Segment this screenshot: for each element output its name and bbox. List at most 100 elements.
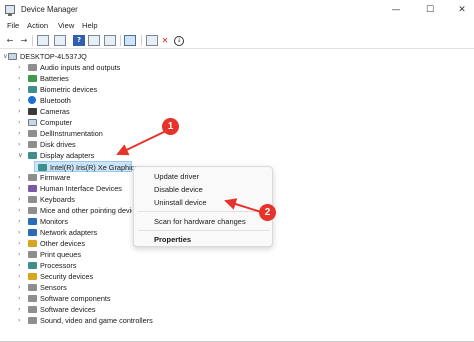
properties-icon[interactable] — [37, 35, 49, 46]
tree-item-software-devices[interactable]: › Software devices — [18, 304, 218, 315]
tree-item-audio[interactable]: › Audio inputs and outputs — [18, 62, 218, 73]
monitor-icon[interactable] — [124, 35, 136, 46]
bluetooth-icon — [28, 96, 36, 104]
computer-icon — [8, 53, 17, 60]
battery-icon — [28, 75, 37, 82]
tree-item-network-adapters[interactable]: › Network adapters — [18, 227, 132, 238]
chevron-right-icon[interactable]: › — [18, 117, 24, 128]
tree-item-label: Bluetooth — [40, 96, 71, 105]
chevron-right-icon[interactable]: › — [18, 249, 24, 260]
chevron-right-icon[interactable]: › — [18, 106, 24, 117]
tree-item-bluetooth[interactable]: › Bluetooth — [18, 95, 218, 106]
menu-file[interactable]: File — [7, 21, 19, 30]
tree-item-label: Computer — [40, 118, 73, 127]
chevron-right-icon[interactable]: › — [18, 84, 24, 95]
tree-item-batteries[interactable]: › Batteries — [18, 73, 218, 84]
unknown-device-icon — [28, 240, 37, 247]
tree-item-biometric[interactable]: › Biometric devices — [18, 84, 218, 95]
forward-arrow-icon[interactable]: → — [18, 35, 30, 46]
chevron-right-icon[interactable]: › — [18, 260, 24, 271]
speaker-icon — [28, 317, 37, 324]
monitor-icon — [28, 218, 37, 225]
menu-help[interactable]: Help — [82, 21, 98, 30]
tree-item-processors[interactable]: › Processors — [18, 260, 218, 271]
tree-item-mice[interactable]: › Mice and other pointing devices — [18, 205, 132, 216]
tree-item-cameras[interactable]: › Cameras — [18, 106, 218, 117]
menu-item-uninstall-device[interactable]: Uninstall device — [154, 198, 207, 207]
tree-item-label: Other devices — [40, 239, 86, 248]
software-component-icon — [28, 295, 37, 302]
chevron-right-icon[interactable]: › — [18, 238, 24, 249]
chevron-right-icon[interactable]: › — [18, 271, 24, 282]
menu-item-update-driver[interactable]: Update driver — [154, 172, 199, 181]
system-device-icon — [28, 130, 37, 137]
chevron-right-icon[interactable]: › — [18, 282, 24, 293]
device-manager-window: Device Manager — ☐ ✕ File Action View He… — [0, 0, 474, 342]
chevron-right-icon[interactable]: › — [18, 172, 24, 183]
tree-item-display-adapters[interactable]: ∨ Display adapters — [18, 150, 218, 161]
chevron-right-icon[interactable]: › — [18, 205, 24, 216]
show-hide-icon[interactable] — [54, 35, 66, 46]
close-button[interactable]: ✕ — [451, 2, 473, 18]
chevron-right-icon[interactable]: › — [18, 194, 24, 205]
chevron-right-icon[interactable]: › — [18, 139, 24, 150]
chevron-right-icon[interactable]: › — [18, 315, 24, 326]
tree-item-label: Software devices — [40, 305, 96, 314]
chevron-right-icon[interactable]: › — [18, 304, 24, 315]
menu-item-scan-hardware[interactable]: Scan for hardware changes — [154, 217, 246, 226]
download-icon[interactable]: ↓ — [174, 36, 184, 46]
menu-divider — [138, 230, 270, 231]
tree-root[interactable]: ∨ DESKTOP-4L537JQ — [3, 51, 204, 62]
scan-icon[interactable] — [104, 35, 116, 46]
tree-item-sensors[interactable]: › Sensors — [18, 282, 218, 293]
back-arrow-icon[interactable]: ← — [4, 35, 16, 46]
menu-item-properties[interactable]: Properties — [154, 235, 191, 244]
tree-item-security-devices[interactable]: › Security devices — [18, 271, 218, 282]
chevron-right-icon[interactable]: › — [18, 62, 24, 73]
menu-action[interactable]: Action — [27, 21, 48, 30]
tree-item-label: Cameras — [40, 107, 70, 116]
driver-icon[interactable] — [88, 35, 100, 46]
tree-item-sound-video[interactable]: › Sound, video and game controllers — [18, 315, 218, 326]
tree-item-label: Security devices — [40, 272, 94, 281]
help-icon[interactable]: ? — [73, 35, 85, 46]
device-manager-app-icon — [5, 5, 15, 16]
toolbar-divider — [32, 35, 33, 46]
chevron-right-icon[interactable]: › — [18, 183, 24, 194]
delete-icon[interactable]: ✕ — [159, 35, 171, 46]
chevron-right-icon[interactable]: › — [18, 216, 24, 227]
tree-item-print-queues[interactable]: › Print queues — [18, 249, 218, 260]
tree-item-label: Batteries — [40, 74, 69, 83]
fingerprint-icon — [28, 86, 37, 93]
tree-item-disk-drives[interactable]: › Disk drives — [18, 139, 218, 150]
firmware-icon — [28, 174, 37, 181]
tree-item-computer[interactable]: › Computer — [18, 117, 218, 128]
chevron-right-icon[interactable]: › — [18, 73, 24, 84]
speaker-icon — [28, 64, 37, 71]
chevron-right-icon[interactable]: › — [18, 128, 24, 139]
software-device-icon — [28, 306, 37, 313]
menu-view[interactable]: View — [58, 21, 74, 30]
add-device-icon[interactable] — [146, 35, 158, 46]
tree-item-label: Monitors — [40, 217, 68, 226]
tree-item-intel-graphics[interactable]: Intel(R) Iris(R) Xe Graphics — [34, 161, 138, 172]
menu-item-disable-device[interactable]: Disable device — [154, 185, 203, 194]
chevron-right-icon[interactable]: › — [18, 227, 24, 238]
maximize-button[interactable]: ☐ — [419, 2, 441, 18]
tree-item-dellinstrumentation[interactable]: › DellInstrumentation — [18, 128, 218, 139]
tree-item-label: Firmware — [40, 173, 71, 182]
tree-item-monitors[interactable]: › Monitors — [18, 216, 132, 227]
computer-icon — [28, 119, 37, 126]
tree-item-other-devices[interactable]: › Other devices — [18, 238, 132, 249]
chevron-right-icon[interactable]: › — [18, 293, 24, 304]
title-bar: Device Manager — ☐ ✕ — [0, 0, 474, 20]
tree-item-label: Processors — [40, 261, 77, 270]
tree-item-label: Audio inputs and outputs — [40, 63, 121, 72]
minimize-button[interactable]: — — [385, 2, 407, 18]
menu-divider — [138, 211, 270, 212]
mouse-icon — [28, 207, 37, 214]
tree-item-software-components[interactable]: › Software components — [18, 293, 218, 304]
toolbar-divider — [120, 35, 121, 46]
chevron-down-icon[interactable]: ∨ — [18, 150, 24, 161]
chevron-right-icon[interactable]: › — [18, 95, 24, 106]
